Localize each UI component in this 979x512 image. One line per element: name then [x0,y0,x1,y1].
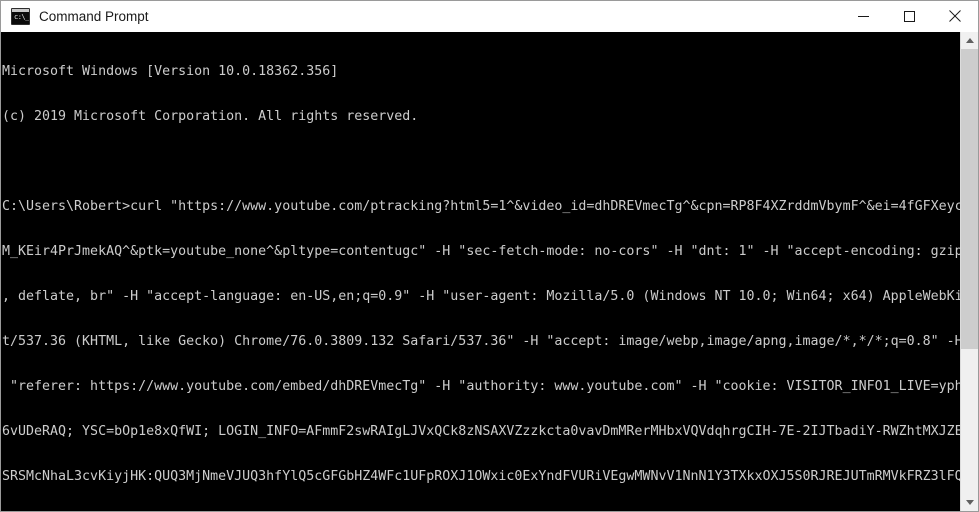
console-line: (c) 2019 Microsoft Corporation. All righ… [2,109,419,124]
console-line: C:\Users\Robert>curl "https://www.youtub… [2,199,960,214]
console-line: SRSMcNhaL3cvKiyjHK:QUQ3MjNmeVJUQ3hfYlQ5c… [2,469,960,484]
console-output[interactable]: Microsoft Windows [Version 10.0.18362.35… [1,32,960,511]
command-prompt-icon-glyph: c:\_ [14,12,29,21]
console-line: M_KEir4PrJmekAQ^&ptk=youtube_none^&pltyp… [2,244,960,259]
window-controls [840,1,978,31]
window-title: Command Prompt [39,8,149,24]
scrollbar-thumb[interactable] [961,49,978,349]
maximize-button[interactable] [886,1,932,31]
console-area: Microsoft Windows [Version 10.0.18362.35… [1,32,978,511]
console-line: "referer: https://www.youtube.com/embed/… [2,379,960,394]
scroll-down-arrow-icon[interactable] [961,494,978,511]
console-line: t/537.36 (KHTML, like Gecko) Chrome/76.0… [2,334,960,349]
vertical-scrollbar[interactable] [960,32,978,511]
scrollbar-track[interactable] [961,49,978,494]
command-prompt-icon: c:\_ [11,7,30,25]
titlebar-left: c:\_ Command Prompt [1,7,840,25]
window-titlebar[interactable]: c:\_ Command Prompt [1,1,978,32]
console-line: Microsoft Windows [Version 10.0.18362.35… [2,64,339,79]
console-line: , deflate, br" -H "accept-language: en-U… [2,289,960,304]
close-button[interactable] [932,1,978,31]
minimize-button[interactable] [840,1,886,31]
command-prompt-window: c:\_ Command Prompt Microsoft Windows [V… [0,0,979,512]
console-line: 6vUDeRAQ; YSC=bOp1e8xQfWI; LOGIN_INFO=AF… [2,424,960,439]
scroll-up-arrow-icon[interactable] [961,32,978,49]
